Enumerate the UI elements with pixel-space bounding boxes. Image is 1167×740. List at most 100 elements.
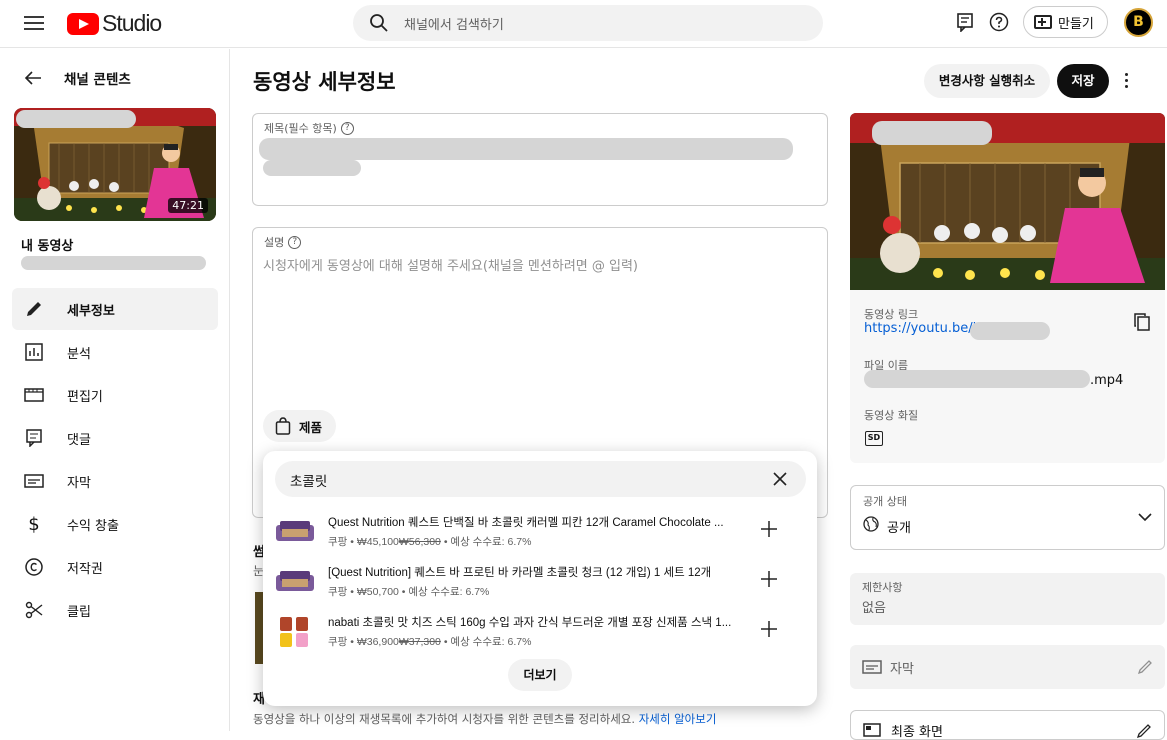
product-meta: 쿠팡 • ₩50,700 • 예상 수수료: 6.7% (328, 586, 490, 598)
restrictions-value: 없음 (862, 601, 886, 616)
redacted-video-title (21, 256, 206, 270)
nav-label: 세부정보 (67, 303, 115, 319)
add-product-icon[interactable] (760, 620, 778, 638)
product-image (276, 521, 314, 541)
visibility-value: 공개 (887, 521, 911, 536)
analytics-icon (23, 341, 45, 363)
product-commission: 예상 수수료: 6.7% (450, 636, 532, 648)
end-screen-field[interactable]: 최종 화면 (850, 710, 1165, 740)
video-info-card: 동영상 링크 https://youtu.be/i 파일 이름 .mp4 동영상… (850, 113, 1165, 463)
subtitles-field[interactable]: 자막 (850, 645, 1165, 689)
product-image (280, 617, 308, 647)
chevron-down-icon (1138, 513, 1152, 522)
help-icon[interactable] (989, 12, 1009, 32)
add-product-icon[interactable] (760, 570, 778, 588)
description-label: 설명 (264, 236, 285, 249)
my-video-label: 내 동영상 (21, 239, 74, 254)
product-store: 쿠팡 (328, 586, 348, 598)
page-title: 동영상 세부정보 (253, 70, 396, 94)
product-title: [Quest Nutrition] 퀘스트 바 프로틴 바 카라멜 초콜릿 청크… (328, 567, 712, 579)
product-commission: 예상 수수료: 6.7% (450, 536, 532, 548)
create-video-icon (1034, 15, 1052, 29)
restrictions-field[interactable]: 제한사항 없음 (850, 573, 1165, 625)
create-label: 만들기 (1058, 16, 1094, 32)
youtube-play-icon (67, 12, 99, 35)
nav-label: 댓글 (67, 432, 91, 448)
file-extension: .mp4 (1090, 373, 1124, 388)
comments-icon (23, 427, 45, 449)
learn-more-link[interactable]: 자세히 알아보기 (639, 712, 717, 726)
menu-icon[interactable] (24, 12, 44, 32)
nav-item-copyright[interactable]: 저작권 (12, 546, 218, 588)
pencil-icon[interactable] (1136, 723, 1152, 739)
redacted-thumbnail-title (872, 121, 992, 145)
nav-item-editor[interactable]: 편집기 (12, 374, 218, 416)
avatar[interactable]: B (1124, 8, 1153, 37)
more-options-icon[interactable] (1118, 70, 1134, 94)
sd-quality-icon: SD (865, 431, 883, 446)
nav-label: 수익 창출 (67, 518, 119, 534)
video-link[interactable]: https://youtu.be/i (864, 321, 976, 336)
nav-item-details[interactable]: 세부정보 (12, 288, 218, 330)
product-store: 쿠팡 (328, 536, 348, 548)
create-button[interactable]: 만들기 (1023, 6, 1108, 38)
product-row[interactable]: nabati 초콜릿 맛 치즈 스틱 160g 수입 과자 간식 부드러운 개별… (276, 613, 806, 653)
help-icon[interactable]: ? (340, 121, 354, 135)
product-price: ₩36,900 (356, 636, 399, 648)
video-thumbnail-small[interactable]: 47:21 (14, 108, 216, 221)
back-to-channel-content[interactable]: 채널 콘텐츠 (24, 68, 131, 88)
feedback-icon[interactable] (955, 12, 975, 32)
redacted-title-text-2 (263, 160, 361, 176)
shopping-bag-icon (275, 417, 291, 435)
top-bar: Studio 채널에서 검색하기 만들기 B (0, 0, 1167, 48)
title-field-label: 제목(필수 항목) (264, 122, 337, 135)
product-meta: 쿠팡 • ₩36,900₩37,300 • 예상 수수료: 6.7% (328, 636, 532, 648)
studio-logo[interactable]: Studio (67, 10, 162, 37)
product-search-query: 초콜릿 (290, 474, 328, 490)
redacted-title-text (259, 138, 793, 160)
pencil-icon (23, 298, 45, 320)
add-product-icon[interactable] (760, 520, 778, 538)
nav-label: 분석 (67, 346, 91, 362)
logo-text: Studio (102, 10, 162, 36)
playlist-desc-row: 동영상을 하나 이상의 재생목록에 추가하여 시청자를 위한 콘텐츠를 정리하세… (253, 711, 716, 727)
arrow-back-icon (24, 71, 41, 85)
more-button[interactable]: 더보기 (508, 659, 572, 691)
save-button[interactable]: 저장 (1057, 64, 1109, 98)
product-price: ₩45,100 (356, 536, 399, 548)
help-icon[interactable]: ? (288, 235, 302, 249)
nav-item-comments[interactable]: 댓글 (12, 417, 218, 459)
product-search-input[interactable]: 초콜릿 (275, 461, 806, 497)
copy-icon[interactable] (1133, 312, 1151, 332)
nav-label: 편집기 (67, 389, 103, 405)
product-row[interactable]: Quest Nutrition 퀘스트 단백질 바 초콜릿 캐러멜 피칸 12개… (276, 513, 806, 553)
pencil-icon[interactable] (1137, 659, 1153, 675)
product-title: Quest Nutrition 퀘스트 단백질 바 초콜릿 캐러멜 피칸 12개… (328, 517, 724, 529)
description-placeholder: 시청자에게 동영상에 대해 설명해 주세요(채널을 멘션하려면 @ 입력) (263, 259, 638, 274)
product-row[interactable]: [Quest Nutrition] 퀘스트 바 프로틴 바 카라멜 초콜릿 청크… (276, 563, 806, 603)
nav-item-subtitles[interactable]: 자막 (12, 460, 218, 502)
undo-changes-button[interactable]: 변경사항 실행취소 (924, 64, 1050, 98)
visibility-dropdown[interactable]: 공개 상태 공개 (850, 485, 1165, 550)
redacted-title (16, 110, 136, 128)
channel-search-bar[interactable]: 채널에서 검색하기 (353, 5, 823, 41)
back-label: 채널 콘텐츠 (64, 72, 131, 88)
nav-label: 클립 (67, 604, 91, 620)
restrictions-label: 제한사항 (862, 581, 903, 594)
product-original-price: ₩37,300 (398, 636, 441, 648)
nav-item-clips[interactable]: 클립 (12, 589, 218, 631)
nav-item-analytics[interactable]: 분석 (12, 331, 218, 373)
title-field[interactable]: 제목(필수 항목) ? (252, 113, 828, 206)
search-icon (370, 14, 388, 32)
video-duration: 47:21 (168, 198, 208, 213)
nav-label: 저작권 (67, 561, 103, 577)
subtitles-label: 자막 (890, 662, 914, 677)
product-original-price: ₩56,300 (398, 536, 441, 548)
products-chip-label: 제품 (299, 419, 323, 435)
end-screen-icon (863, 723, 881, 737)
nav-item-monetization[interactable]: $ 수익 창출 (12, 503, 218, 545)
copyright-icon (23, 556, 45, 578)
product-meta: 쿠팡 • ₩45,100₩56,300 • 예상 수수료: 6.7% (328, 536, 532, 548)
close-icon[interactable] (772, 471, 788, 487)
products-chip[interactable]: 제품 (263, 410, 336, 442)
